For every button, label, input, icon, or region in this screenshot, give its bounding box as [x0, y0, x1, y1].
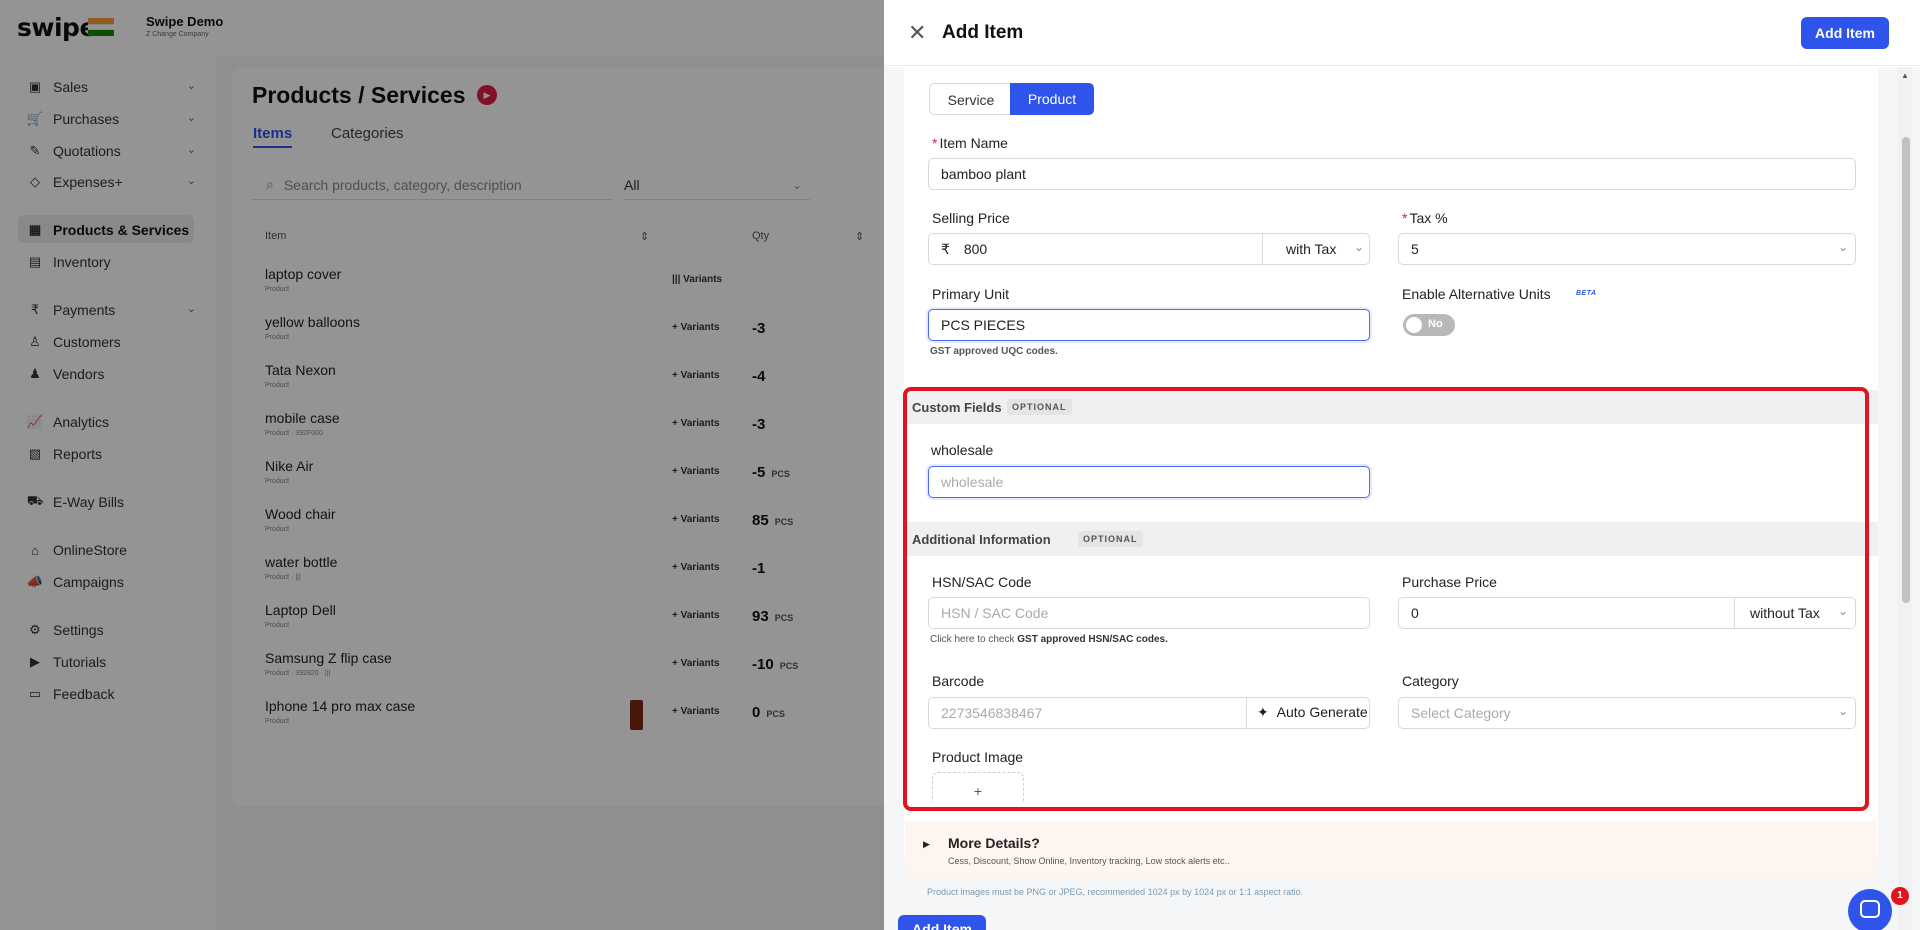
toggle-knob — [1406, 317, 1422, 333]
primary-unit-input[interactable]: PCS PIECES — [928, 309, 1370, 341]
scrollbar-thumb[interactable] — [1902, 137, 1910, 603]
tax-select[interactable]: 5 — [1398, 233, 1856, 265]
more-details-subtitle: Cess, Discount, Show Online, Inventory t… — [948, 856, 1230, 866]
alt-units-toggle[interactable]: No — [1403, 314, 1455, 336]
close-icon[interactable]: ✕ — [908, 20, 926, 46]
item-name-label: * Item Name — [932, 135, 1008, 151]
add-item-bottom-button[interactable]: Add Item — [898, 915, 986, 930]
caret-right-icon: ▶ — [923, 839, 930, 849]
type-service-button[interactable]: Service — [929, 83, 1013, 115]
scroll-up-arrow-icon[interactable]: ▲ — [1901, 71, 1909, 80]
add-item-button[interactable]: Add Item — [1801, 17, 1889, 49]
uqc-hint[interactable]: GST approved UQC codes. — [930, 346, 1058, 357]
beta-badge: BETA — [1576, 290, 1597, 297]
highlight-box — [903, 387, 1869, 811]
selling-price-tax-mode-select[interactable]: with Tax — [1286, 241, 1336, 257]
chat-widget-button[interactable] — [1848, 889, 1892, 930]
selling-price-label: Selling Price — [932, 210, 1010, 226]
toggle-text: No — [1428, 318, 1443, 330]
chat-notification-badge: 1 — [1891, 887, 1909, 905]
type-product-button[interactable]: Product — [1010, 83, 1094, 115]
item-name-input[interactable]: bamboo plant — [928, 158, 1856, 190]
rupee-icon: ₹ — [941, 241, 950, 257]
drawer-header: ✕ Add Item Add Item — [884, 0, 1920, 66]
drawer-title: Add Item — [942, 22, 1024, 43]
more-details-toggle[interactable]: ▶ More Details? Cess, Discount, Show Onl… — [905, 821, 1877, 878]
alt-units-label: Enable Alternative Units — [1402, 286, 1551, 302]
chat-icon — [1860, 900, 1880, 918]
image-requirements-note: Product images must be PNG or JPEG, reco… — [927, 887, 1304, 897]
selling-price-value: 800 — [963, 241, 988, 257]
modal-overlay[interactable] — [0, 0, 884, 930]
chevron-down-icon: ⌄ — [1838, 240, 1849, 254]
more-details-title: More Details? — [948, 835, 1040, 851]
divider — [1262, 234, 1263, 264]
tax-label: * Tax % — [1402, 210, 1448, 226]
primary-unit-label: Primary Unit — [932, 286, 1010, 302]
chevron-down-icon: ⌄ — [1354, 240, 1365, 254]
